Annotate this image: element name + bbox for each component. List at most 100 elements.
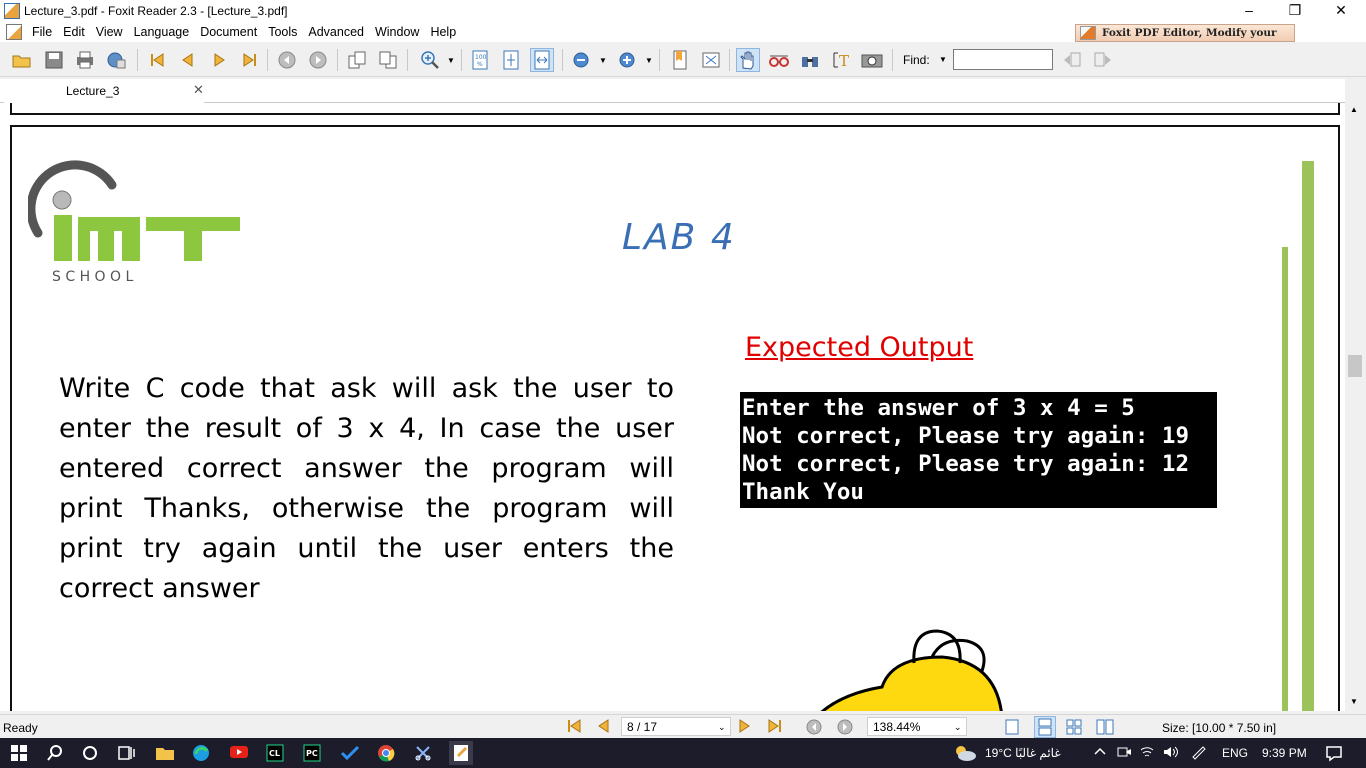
find-binoculars-icon[interactable] xyxy=(798,48,822,72)
toolbar: ▼ 100% ▼ ▼ T xyxy=(0,43,1366,77)
status-forward-icon[interactable] xyxy=(836,718,854,739)
vertical-scrollbar[interactable]: ▲ ▼ xyxy=(1345,103,1366,711)
tab-lecture-3[interactable]: Lecture_3 ✕ xyxy=(4,79,204,103)
scrollbar-thumb[interactable] xyxy=(1348,355,1362,377)
search-icon[interactable] xyxy=(46,744,66,762)
windows-start-icon[interactable] xyxy=(10,744,30,762)
full-screen-icon[interactable] xyxy=(699,48,723,72)
clock[interactable]: 9:39 PM xyxy=(1262,746,1307,760)
scroll-up-icon[interactable]: ▲ xyxy=(1350,105,1358,114)
console-output: Enter the answer of 3 x 4 = 5 Not correc… xyxy=(740,392,1217,508)
pen-workspace-icon[interactable] xyxy=(1190,744,1210,762)
scroll-down-icon[interactable]: ▼ xyxy=(1350,697,1358,706)
page-dropdown-icon[interactable]: ⌄ xyxy=(718,722,726,733)
menu-language[interactable]: Language xyxy=(130,25,197,39)
svg-text:CL: CL xyxy=(269,749,280,758)
zoom-dropdown-icon[interactable]: ▼ xyxy=(447,56,455,65)
print-icon[interactable] xyxy=(73,48,97,72)
zoom-out-dropdown-icon[interactable]: ▼ xyxy=(599,56,607,65)
page-size: Size: [10.00 * 7.50 in] xyxy=(1162,721,1277,735)
previous-page-icon[interactable] xyxy=(176,48,200,72)
last-page-icon[interactable] xyxy=(238,48,262,72)
fit-page-icon[interactable] xyxy=(499,48,523,72)
file-explorer-icon[interactable] xyxy=(155,744,175,762)
menu-file[interactable]: File xyxy=(28,25,59,39)
find-next-icon[interactable] xyxy=(1091,48,1115,72)
chrome-icon[interactable] xyxy=(377,744,397,762)
console-line: Not correct, Please try again: 12 xyxy=(742,451,1190,477)
task-view-icon[interactable] xyxy=(117,744,137,762)
edge-icon[interactable] xyxy=(192,744,212,762)
previous-page-edge xyxy=(10,103,1340,115)
menu-view[interactable]: View xyxy=(92,25,130,39)
weather-icon[interactable] xyxy=(952,744,978,762)
restore-button[interactable]: ❐ xyxy=(1272,0,1318,22)
clion-icon[interactable]: CL xyxy=(266,744,286,762)
zoom-in-dropdown-icon[interactable]: ▼ xyxy=(645,56,653,65)
notification-center-icon[interactable] xyxy=(1325,744,1345,762)
status-last-page-icon[interactable] xyxy=(767,718,783,737)
rotate-right-icon[interactable] xyxy=(376,48,400,72)
pycharm-icon[interactable]: PC xyxy=(303,744,323,762)
next-page-icon[interactable] xyxy=(207,48,231,72)
todo-check-icon[interactable] xyxy=(340,744,360,762)
menu-edit[interactable]: Edit xyxy=(59,25,92,39)
minimize-button[interactable]: – xyxy=(1226,0,1272,22)
meet-now-icon[interactable] xyxy=(1116,744,1136,762)
svg-text:PC: PC xyxy=(306,749,318,758)
find-previous-icon[interactable] xyxy=(1060,48,1084,72)
back-icon[interactable] xyxy=(275,48,299,72)
console-line: Enter the answer of 3 x 4 = 5 xyxy=(742,395,1135,421)
find-options-dropdown-icon[interactable]: ▼ xyxy=(939,55,947,64)
open-icon[interactable] xyxy=(10,48,34,72)
fit-width-icon[interactable] xyxy=(530,48,554,72)
save-icon[interactable] xyxy=(42,48,66,72)
language-indicator[interactable]: ENG xyxy=(1222,746,1248,760)
status-back-icon[interactable] xyxy=(805,718,823,739)
show-hidden-icons-icon[interactable] xyxy=(1093,744,1113,762)
promo-banner[interactable]: Foxit PDF Editor, Modify your PDFs xyxy=(1075,24,1295,55)
console-line: Thank You xyxy=(742,479,864,505)
decorative-green-bar-thin xyxy=(1282,247,1288,711)
status-first-page-icon[interactable] xyxy=(566,718,582,737)
menu-advanced[interactable]: Advanced xyxy=(304,25,371,39)
zoom-level-dropdown-icon[interactable]: ⌄ xyxy=(954,722,962,733)
continuous-page-icon[interactable] xyxy=(1034,716,1056,738)
first-page-icon[interactable] xyxy=(145,48,169,72)
tab-close-icon[interactable]: ✕ xyxy=(193,82,204,98)
status-previous-page-icon[interactable] xyxy=(596,718,612,737)
continuous-facing-icon[interactable] xyxy=(1096,719,1114,738)
cortana-icon[interactable] xyxy=(81,744,101,762)
facing-page-icon[interactable] xyxy=(1066,719,1082,738)
status-next-page-icon[interactable] xyxy=(736,718,752,737)
zoom-level-field[interactable]: 138.44% ⌄ xyxy=(867,717,967,736)
bookmark-icon[interactable] xyxy=(668,48,692,72)
text-select-icon[interactable]: T xyxy=(829,48,853,72)
forward-icon[interactable] xyxy=(306,48,330,72)
youtube-icon[interactable] xyxy=(229,744,249,762)
zoom-in-icon[interactable] xyxy=(418,48,442,72)
zoom-out-icon[interactable] xyxy=(569,48,593,72)
rotate-left-icon[interactable] xyxy=(345,48,369,72)
document-viewer[interactable]: S C H O O L LAB 4 Expected Output Write … xyxy=(0,103,1345,711)
menu-help[interactable]: Help xyxy=(426,25,463,39)
weather-text[interactable]: 19°C غائم غالبًا xyxy=(985,746,1061,760)
web-globe-icon[interactable] xyxy=(104,48,128,72)
close-button[interactable]: ✕ xyxy=(1318,0,1364,22)
foxit-reader-taskbar-icon[interactable] xyxy=(449,741,473,765)
page-number-field[interactable]: 8 / 17 ⌄ xyxy=(621,717,731,736)
snipping-tool-icon[interactable] xyxy=(414,744,434,762)
menu-document[interactable]: Document xyxy=(196,25,264,39)
zoom-in-circle-icon[interactable] xyxy=(615,48,639,72)
single-page-icon[interactable] xyxy=(1005,719,1019,738)
hand-tool-icon[interactable] xyxy=(736,48,760,72)
wifi-icon[interactable] xyxy=(1139,744,1159,762)
volume-icon[interactable] xyxy=(1162,744,1182,762)
menu-window[interactable]: Window xyxy=(371,25,426,39)
find-input[interactable] xyxy=(953,49,1053,70)
actual-size-icon[interactable]: 100% xyxy=(468,48,492,72)
snapshot-camera-icon[interactable] xyxy=(860,48,884,72)
document-tab-strip: Lecture_3 ✕ xyxy=(0,79,1345,103)
reading-glasses-icon[interactable] xyxy=(767,48,791,72)
menu-tools[interactable]: Tools xyxy=(264,25,304,39)
